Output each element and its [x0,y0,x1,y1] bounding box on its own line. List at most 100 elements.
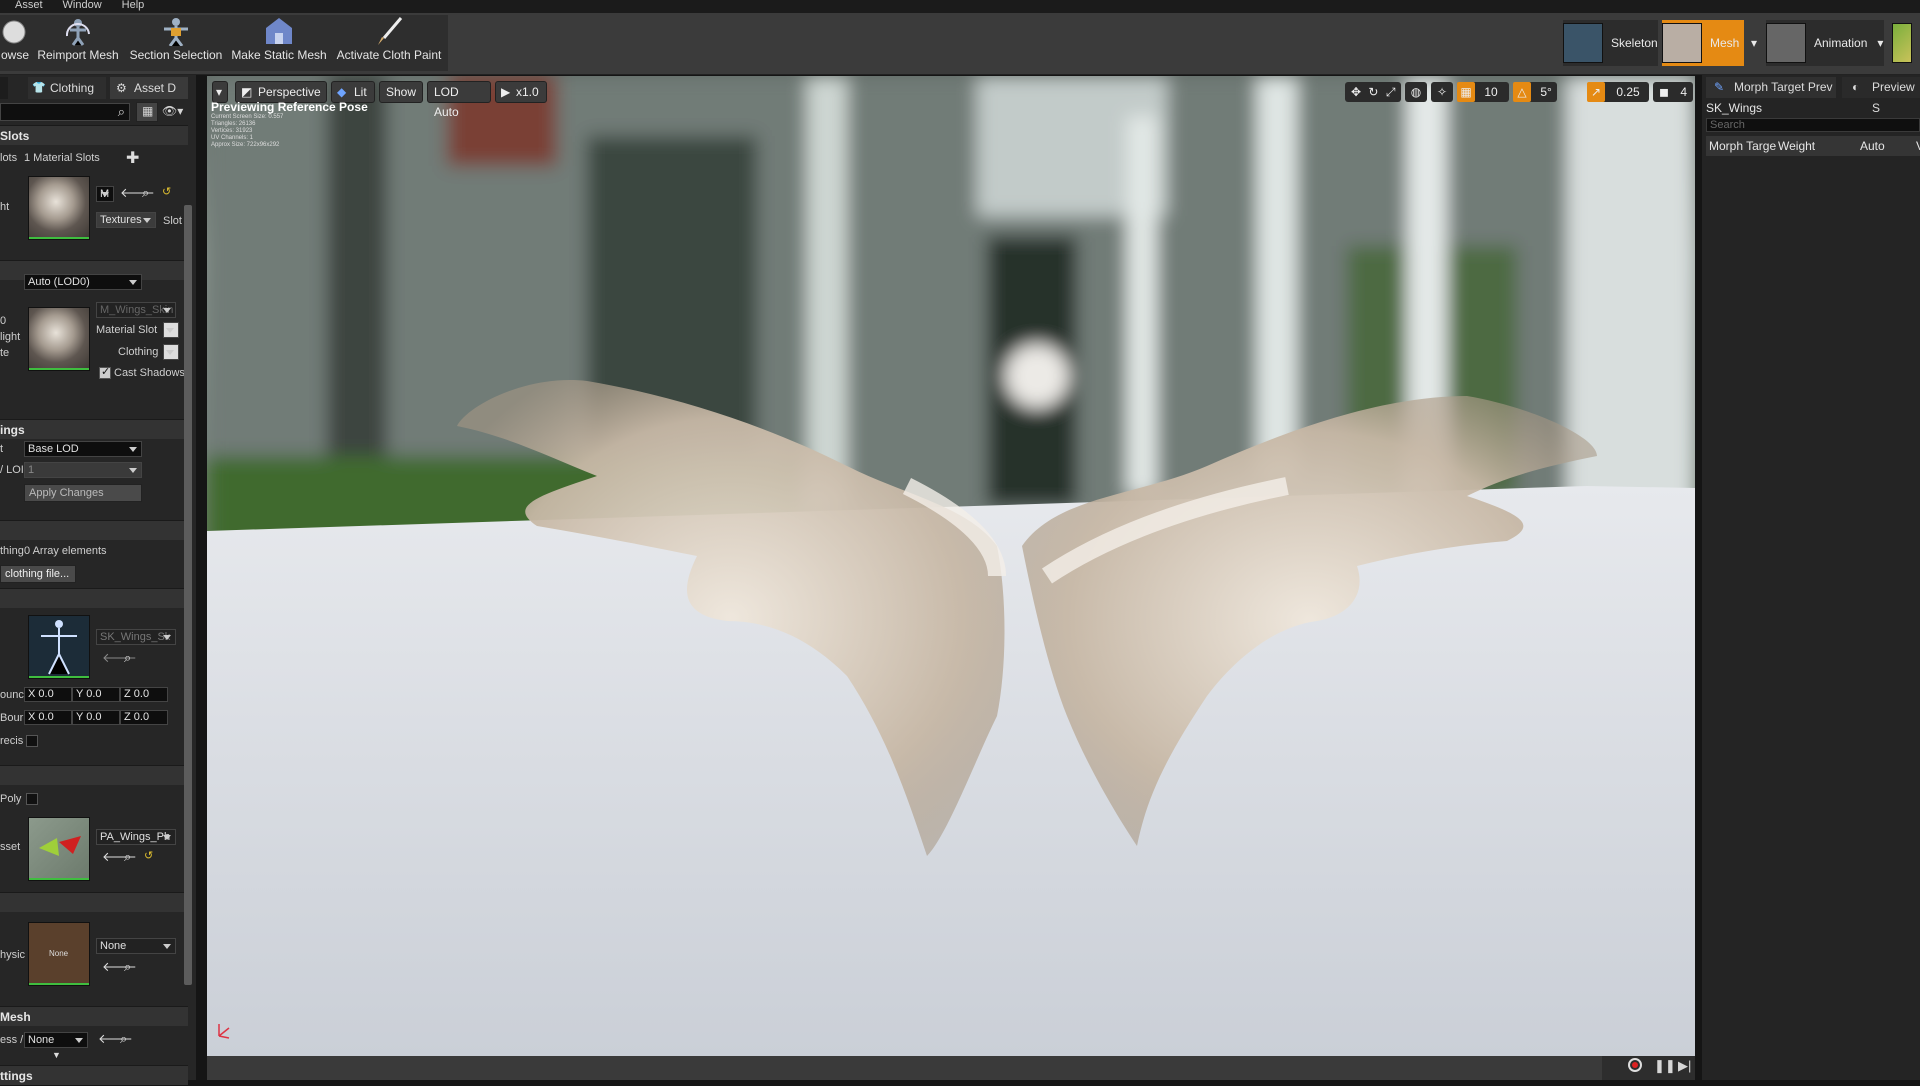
material-slots-header[interactable]: Slots [0,125,188,145]
negative-bounds-y[interactable]: Y 0.0 [72,710,120,725]
base-lod-dropdown[interactable]: Base LOD [24,441,142,457]
lod-dropdown[interactable]: Auto (LOD0) [24,274,142,290]
poly-checkbox[interactable] [26,793,38,805]
show-button[interactable]: Show [379,81,423,103]
expand-icon[interactable]: ▼ [52,1050,61,1060]
col-v[interactable]: V [1916,136,1920,156]
viewport[interactable]: ▾ ◩ Perspective ◆ Lit Show LOD Auto ▶ x1… [207,76,1695,1080]
browse-button[interactable]: owse [0,13,30,71]
lod-settings-header[interactable]: ings [0,419,188,439]
tab-clothing[interactable]: 👕 Clothing [28,77,106,99]
use-selected-physics-icon[interactable]: 🡐 [102,849,137,865]
physics-asset-thumbnail[interactable] [28,817,90,881]
skeleton-mode-button[interactable]: Skeleton [1563,20,1658,66]
mesh-mode-button[interactable]: Mesh [1662,20,1744,66]
add-slot-icon[interactable]: ✚ [126,148,139,168]
skeleton-asset-dropdown[interactable]: SK_Wings_Sk [96,629,176,645]
negative-bounds-x[interactable]: X 0.0 [24,710,72,725]
clothing-dropdown[interactable] [163,344,179,360]
use-selected-mesh-icon[interactable]: 🡐 [98,1031,133,1047]
reset-physics-icon[interactable]: ↺ [144,849,153,862]
shadow-physics-thumbnail[interactable]: None [28,922,90,986]
positive-bounds-y[interactable]: Y 0.0 [72,687,120,702]
tab-preview-scene[interactable]: ◐ Preview S [1842,77,1920,115]
lod-auto-button[interactable]: LOD Auto [427,81,491,119]
cast-shadows-checkbox[interactable]: ✓ [99,366,111,379]
stat-triangles: Triangles: 26136 [211,121,256,127]
clothing-label: Clothing [118,346,159,358]
skeleton-thumbnail[interactable] [28,615,90,679]
pause-icon[interactable]: ❚❚ [1654,1058,1676,1074]
surface-snap-icon[interactable]: ✧ [1431,82,1453,102]
translate-icon[interactable]: ✥ [1351,85,1361,99]
material-slot-dropdown[interactable] [163,322,179,338]
tab-clothing-label: Clothing [50,81,95,95]
lod-material-dropdown[interactable]: M_Wings_Skin [96,302,176,318]
mesh-mode-dropdown[interactable]: ▾ [1748,20,1760,66]
mesh-section-header[interactable]: Mesh [0,1006,188,1026]
positive-bounds-x[interactable]: X 0.0 [24,687,72,702]
rotate-icon[interactable]: ↻ [1368,85,1378,99]
reset-icon[interactable]: ↺ [162,185,171,198]
details-search-input[interactable]: ⌕ [0,103,130,121]
col-weight[interactable]: Weight [1778,136,1815,156]
lod-material-thumbnail[interactable] [28,307,90,371]
use-selected-shadow-icon[interactable]: 🡐 [102,959,137,975]
reimport-mesh-button[interactable]: Reimport Mesh [36,13,120,71]
use-selected-icon[interactable]: 🡐 [120,185,155,201]
camera-speed-control[interactable]: ◼ 4 [1653,82,1693,102]
menu-window[interactable]: Window [63,0,102,13]
use-selected-skeleton-icon[interactable]: 🡐 [102,650,137,666]
te-label: te [0,347,10,359]
settings-section-header[interactable]: ttings [0,1065,188,1085]
col-auto[interactable]: Auto [1860,136,1885,156]
shadow-physics-dropdown[interactable]: None [96,938,176,954]
browse-shadow-icon[interactable]: ⌕ [124,959,131,975]
thing-label: thing [0,545,24,557]
menu-help[interactable]: Help [122,0,145,13]
world-local-icon[interactable]: ◍ [1405,82,1427,102]
tab-previous[interactable] [0,77,8,99]
material-thumbnail[interactable] [28,176,90,240]
skeleton-section-header[interactable] [0,588,188,608]
browse-physics-icon[interactable]: ⌕ [124,849,131,865]
negative-bounds-z[interactable]: Z 0.0 [120,710,168,725]
lod-count-input[interactable]: 1 [24,462,142,478]
tab-asset-details-label: Asset D [134,81,177,95]
step-forward-icon[interactable]: ▶| [1678,1058,1691,1074]
stat-screen-size: Current Screen Size: 0.557 [211,114,284,120]
grid-snap-control[interactable]: ▦ 10 [1457,82,1509,102]
scale-icon[interactable]: ⤢ [1386,85,1396,99]
precision-checkbox[interactable] [26,735,38,747]
grid-view-button[interactable]: ▦ [136,102,158,122]
physics-section-header[interactable] [0,765,188,785]
rotation-snap-control[interactable]: △ 5° [1513,82,1557,102]
browse-mesh-icon[interactable]: ⌕ [120,1031,127,1047]
section-selection-button[interactable]: Section Selection [128,13,224,71]
make-static-mesh-button[interactable]: Make Static Mesh [230,13,328,71]
material-picker[interactable]: M [96,186,114,202]
import-clothing-file-button[interactable]: clothing file... [0,565,76,583]
scale-snap-control[interactable]: ↗ 0.25 [1587,82,1649,102]
scrollbar[interactable] [184,205,192,985]
tab-asset-details[interactable]: ⚙ Asset D [110,77,188,99]
visibility-button[interactable]: 👁▾ [162,104,188,120]
physics-asset-dropdown[interactable]: PA_Wings_Ph [96,829,176,845]
col-morph-target[interactable]: Morph Targe [1709,136,1776,156]
playback-speed-button[interactable]: ▶ x1.0 [495,81,547,103]
record-icon[interactable] [1628,1058,1642,1072]
physics-mode-button[interactable] [1892,20,1920,66]
browse-icon[interactable]: ⌕ [142,185,149,201]
menu-asset[interactable]: Asset [15,0,43,13]
textures-dropdown[interactable]: Textures [96,212,156,228]
tab-morph-target-preview[interactable]: ✎ Morph Target Prev [1706,77,1836,98]
morph-search-input[interactable]: Search [1706,118,1920,132]
positive-bounds-z[interactable]: Z 0.0 [120,687,168,702]
browse-skeleton-icon[interactable]: ⌕ [124,650,131,666]
shadow-physics-header[interactable] [0,892,188,912]
mesh-none-dropdown[interactable]: None [24,1032,88,1048]
apply-changes-button[interactable]: Apply Changes [24,484,142,502]
activate-cloth-paint-button[interactable]: Activate Cloth Paint [334,13,444,71]
animation-mode-button[interactable]: Animation ▾ [1766,20,1884,66]
clothing-section-header[interactable] [0,520,188,540]
